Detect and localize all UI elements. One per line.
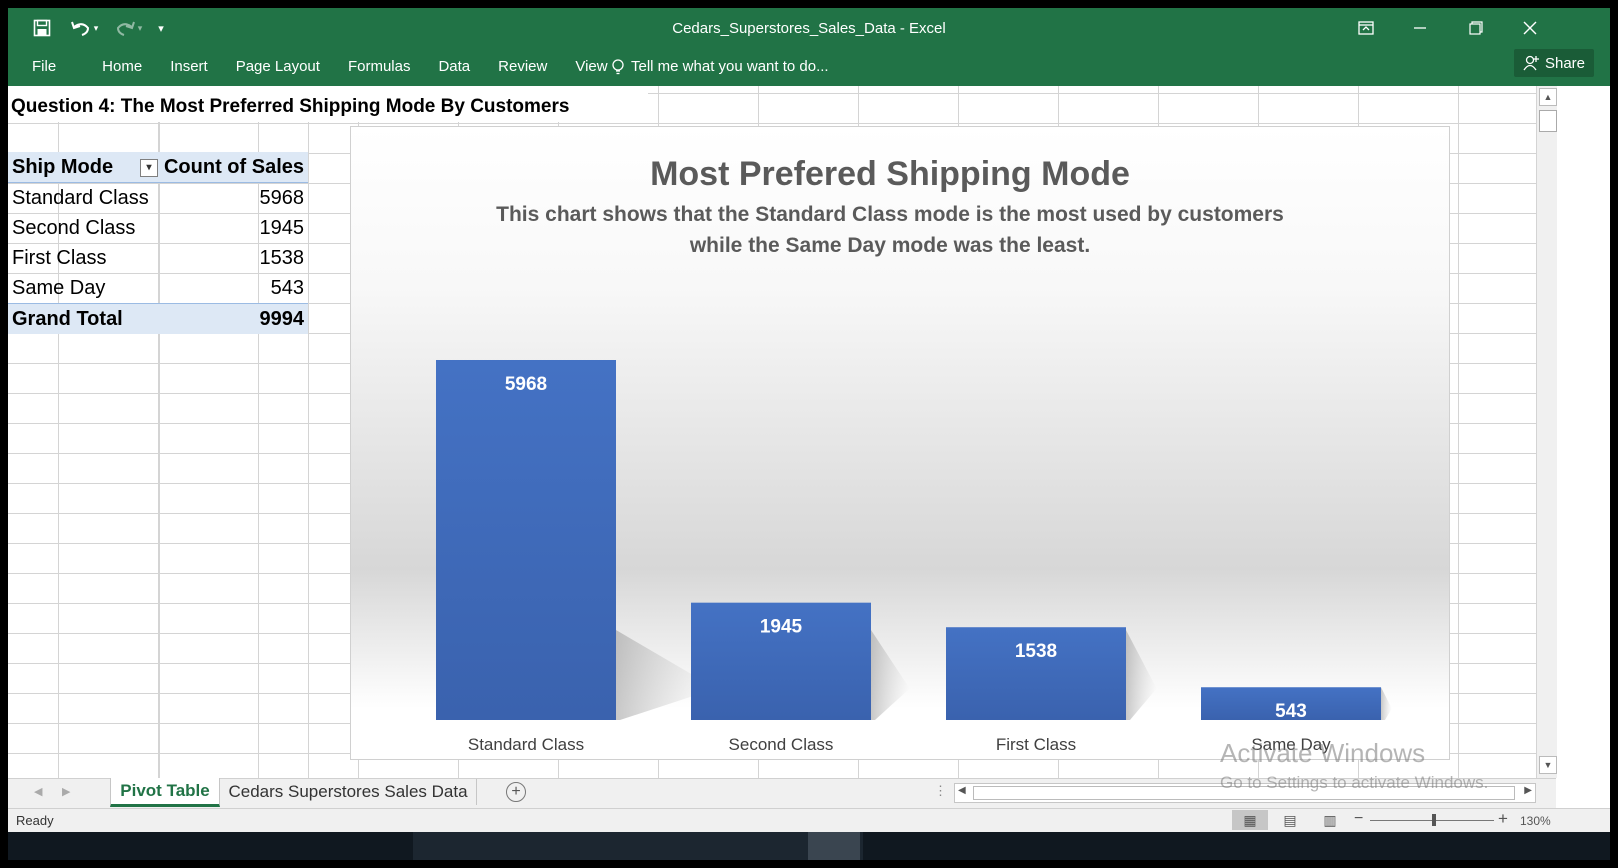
scroll-right-icon[interactable]: ▶ [1524,785,1532,796]
pivot-header-count[interactable]: Count of Sales [164,156,304,179]
customize-qat-icon[interactable]: ▾ [152,16,170,40]
zoom-in-icon[interactable]: + [1498,809,1508,829]
activate-windows-watermark: Activate Windows [1220,738,1426,768]
activate-windows-hint: Go to Settings to activate Windows. [1220,773,1489,792]
share-button[interactable]: Share [1513,49,1594,77]
worksheet-grid[interactable]: Question 4: The Most Preferred Shipping … [8,86,1536,778]
restore-icon[interactable] [1456,14,1496,42]
pivot-row[interactable]: Standard Class 5968 [8,183,308,213]
tab-review[interactable]: Review [484,52,561,82]
pivot-header-row[interactable]: Ship Mode ▾ Count of Sales [8,152,308,183]
pivot-cell-count[interactable]: 5968 [260,187,305,210]
sheet-tab-pivot-table[interactable]: Pivot Table [110,778,220,807]
add-sheet-icon[interactable]: + [506,782,526,802]
pivot-cell-count[interactable]: 543 [271,277,304,300]
category-axis-label: Standard Class [468,735,584,754]
bar-data-label: 543 [1275,701,1307,722]
bar-shadow [1381,687,1392,720]
bar-chart[interactable]: 5968 Standard Class 1945 Second Class 1538 Fi… [350,126,1450,760]
category-axis-label: First Class [996,735,1076,754]
tell-me-text: Tell me what you want to do... [631,58,829,75]
chart-subtitle[interactable]: This chart shows that the Standard Class… [351,199,1429,261]
taskbar [8,832,1610,860]
vertical-scroll-thumb[interactable] [1539,110,1557,132]
undo-dropdown-icon[interactable]: ▾ [94,23,99,34]
pivot-row[interactable]: First Class 1538 [8,243,308,273]
redo-icon[interactable]: ▾ [110,16,146,40]
lightbulb-icon [612,59,624,75]
scroll-left-icon[interactable]: ◀ [958,785,966,796]
tell-me-search[interactable]: Tell me what you want to do... [611,52,829,82]
chart-title[interactable]: Most Prefered Shipping Mode [351,155,1429,194]
tab-home[interactable]: Home [88,52,156,82]
tab-page-layout[interactable]: Page Layout [222,52,334,82]
excel-window: ▾ ▾ ▾ Cedars_Superstores_Sales_Data - Ex… [8,8,1610,860]
pivot-cell-count[interactable]: 1538 [260,247,305,270]
tab-insert[interactable]: Insert [156,52,222,82]
bar-shadow [871,630,910,720]
pivot-row[interactable]: Second Class 1945 [8,213,308,243]
pivot-table[interactable]: Ship Mode ▾ Count of Sales Standard Clas… [8,152,308,334]
zoom-out-icon[interactable]: − [1354,810,1363,828]
scroll-up-icon[interactable]: ▲ [1539,88,1557,106]
scroll-down-icon[interactable]: ▼ [1539,756,1557,774]
split-handle-icon[interactable]: ⋮ [934,783,947,799]
undo-icon[interactable]: ▾ [66,16,102,40]
title-bar: ▾ ▾ ▾ Cedars_Superstores_Sales_Data - Ex… [8,8,1610,86]
bar-data-label: 5968 [505,374,547,395]
zoom-slider-thumb[interactable] [1432,814,1436,826]
pivot-cell-mode[interactable]: Standard Class [12,187,149,210]
pivot-cell-mode[interactable]: Second Class [12,217,135,240]
sheet-nav-next-icon[interactable]: ▶ [62,785,70,798]
pivot-total-row[interactable]: Grand Total 9994 [8,303,308,334]
sheet-tab-sales-data[interactable]: Cedars Superstores Sales Data [220,779,477,805]
ribbon-tabs: File Home Insert Page Layout Formulas Da… [8,52,622,82]
question-title[interactable]: Question 4: The Most Preferred Shipping … [11,96,569,118]
pivot-cell-mode[interactable]: Same Day [12,277,105,300]
chart-subtitle-line2: while the Same Day mode was the least. [689,234,1091,257]
filter-dropdown-icon[interactable]: ▾ [140,159,158,177]
pivot-total-label[interactable]: Grand Total [12,308,123,331]
share-label: Share [1544,54,1585,72]
sheet-nav-prev-icon[interactable]: ◀ [34,785,42,798]
pivot-cell-mode[interactable]: First Class [12,247,106,270]
tab-formulas[interactable]: Formulas [334,52,425,82]
chart-subtitle-line1: This chart shows that the Standard Class… [496,203,1284,226]
status-bar: Ready ▦ ▤ ▥ − + 130% [8,808,1610,833]
tab-file[interactable]: File [8,52,78,82]
pivot-total-value[interactable]: 9994 [260,308,305,331]
bar-standard-class[interactable] [436,360,616,720]
category-axis-label: Second Class [729,735,834,754]
minimize-icon[interactable] [1400,14,1440,42]
bar-data-label: 1538 [1015,641,1057,662]
person-icon [1523,55,1539,71]
save-icon[interactable] [30,16,54,40]
pivot-cell-count[interactable]: 1945 [260,217,305,240]
close-icon[interactable] [1510,14,1550,42]
page-layout-view-icon[interactable]: ▤ [1272,810,1308,830]
ribbon-display-options-icon[interactable] [1346,14,1386,42]
normal-view-icon[interactable]: ▦ [1232,810,1268,830]
vertical-scrollbar[interactable]: ▲ ▼ [1536,86,1557,778]
tab-data[interactable]: Data [424,52,484,82]
zoom-level[interactable]: 130% [1520,814,1551,828]
page-break-view-icon[interactable]: ▥ [1312,810,1348,830]
bar-shadow [1126,630,1157,720]
bar-data-label: 1945 [760,617,803,638]
pivot-row[interactable]: Same Day 543 [8,273,308,303]
pivot-header-ship-mode[interactable]: Ship Mode [12,156,113,179]
status-ready: Ready [16,813,54,828]
